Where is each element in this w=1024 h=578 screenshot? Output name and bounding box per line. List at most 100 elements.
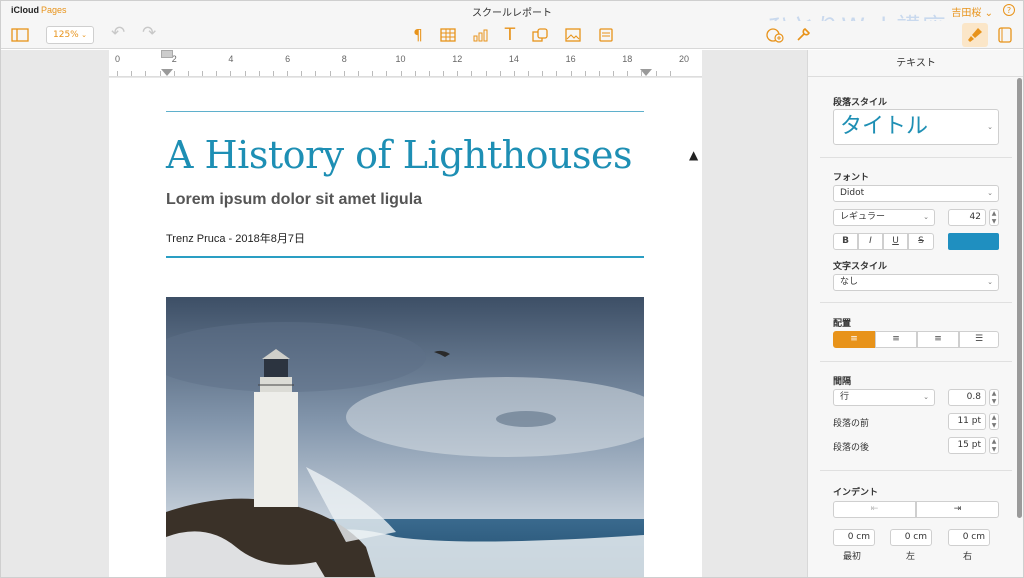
strikethrough-button[interactable]: S [908, 233, 934, 250]
ruler-tick-mark [598, 71, 600, 76]
ruler-tick-label: 12 [452, 54, 463, 64]
document-canvas[interactable]: 0 2 4 6 8 10 12 14 16 18 20 A History of Lighthous… [1, 50, 807, 577]
paragraph-icon[interactable]: ¶ [409, 21, 427, 49]
align-left-button[interactable]: ≡ [833, 331, 875, 348]
font-size-stepper[interactable]: ▲ ▼ [989, 209, 999, 226]
lighthouse-photo[interactable] [166, 297, 644, 577]
decrease-indent-button[interactable]: ⇤ [833, 501, 916, 518]
collaborate-icon[interactable] [764, 21, 786, 52]
zoom-select[interactable]: 125% ⌄ [46, 26, 94, 44]
space-after-stepper[interactable]: ▲ ▼ [989, 437, 999, 454]
font-label: フォント [833, 173, 870, 183]
ruler-tick-mark [584, 71, 586, 76]
align-center-button[interactable]: ≡ [875, 331, 917, 348]
indent-first-input[interactable]: 0 cm [833, 529, 875, 546]
ruler-indent-marker[interactable] [161, 50, 173, 58]
ruler-tick-mark [513, 71, 515, 76]
space-after-input[interactable]: 15 pt [948, 437, 986, 454]
ruler-tick-label: 10 [395, 54, 406, 64]
text-box-icon[interactable]: T [500, 21, 520, 49]
ruler-tick-mark [117, 71, 118, 76]
ruler-tick-mark [372, 71, 374, 76]
ruler-tick-mark [457, 71, 459, 76]
divider [820, 470, 1012, 471]
ruler-tick-mark [528, 71, 530, 76]
ruler-tick-mark [230, 71, 232, 76]
spacing-type-select[interactable]: 行 ⌄ [833, 389, 935, 406]
ruler-tick-mark [173, 71, 175, 76]
align-left-icon: ≡ [850, 334, 858, 344]
increase-indent-button[interactable]: ⇥ [916, 501, 999, 518]
spacing-label: 間隔 [833, 377, 852, 387]
align-right-button[interactable]: ≡ [917, 331, 959, 348]
space-after-label: 段落の後 [833, 443, 870, 453]
divider [820, 302, 1012, 303]
help-button[interactable]: ? [1003, 4, 1015, 16]
line-spacing-input[interactable]: 0.8 [948, 389, 986, 406]
document-page[interactable]: A History of Lighthouses Lorem ipsum dol… [109, 78, 702, 577]
ruler-left-margin-handle[interactable] [161, 69, 173, 76]
document-author-date[interactable]: Trenz Pruca - 2018年8月7日 [166, 230, 305, 246]
shape-icon[interactable] [530, 21, 550, 51]
font-family-select[interactable]: Didot ⌄ [833, 185, 999, 202]
ruler-tick-mark [272, 71, 274, 76]
format-button[interactable] [962, 23, 988, 47]
indent-first-label: 最初 [843, 552, 862, 562]
character-style-select[interactable]: なし ⌄ [833, 274, 999, 291]
ruler-tick-mark [669, 71, 671, 76]
divider [820, 361, 1012, 362]
ruler-tick-label: 16 [565, 54, 576, 64]
space-before-stepper[interactable]: ▲ ▼ [989, 413, 999, 430]
space-before-input[interactable]: 11 pt [948, 413, 986, 430]
wrench-icon[interactable] [792, 21, 814, 52]
comment-icon[interactable] [596, 21, 616, 51]
ruler-tick-label: 6 [285, 54, 291, 64]
undo-icon[interactable]: ↶ [111, 23, 125, 43]
document-subtitle[interactable]: Lorem ipsum dolor sit amet ligula [166, 191, 422, 209]
font-size-input[interactable]: 42 [948, 209, 986, 226]
justify-icon: ☰ [974, 334, 984, 344]
justify-button[interactable]: ☰ [959, 331, 999, 348]
alignment-label: 配置 [833, 319, 852, 329]
indent-left-input[interactable]: 0 cm [890, 529, 932, 546]
ruler-right-margin-handle[interactable] [640, 69, 652, 76]
chart-icon[interactable] [470, 21, 490, 51]
ruler-tick-mark [329, 71, 331, 76]
ruler-tick-mark [428, 71, 430, 76]
chevron-down-icon: ⌄ [923, 393, 929, 401]
tab-text[interactable]: テキスト [808, 50, 1023, 77]
font-weight-value: レギュラー [840, 212, 886, 222]
paragraph-style-select[interactable]: タイトル ⌄ [833, 109, 999, 145]
ruler-tick-mark [400, 71, 402, 76]
view-sidebar-icon[interactable] [9, 21, 31, 51]
text-color-well[interactable] [948, 233, 999, 250]
document-setup-icon[interactable] [994, 21, 1016, 52]
inspector-scrollbar[interactable] [1017, 78, 1022, 518]
table-icon[interactable] [438, 21, 458, 51]
chevron-down-icon: ⌄ [987, 189, 993, 197]
spacing-type-value: 行 [840, 392, 850, 402]
italic-button[interactable]: I [858, 233, 883, 250]
font-weight-select[interactable]: レギュラー ⌄ [833, 209, 935, 226]
line-spacing-stepper[interactable]: ▲ ▼ [989, 389, 999, 406]
chevron-down-icon: ⌄ [987, 123, 993, 131]
user-menu[interactable]: 吉田桜 ⌄ [951, 4, 993, 19]
ruler[interactable]: 0 2 4 6 8 10 12 14 16 18 20 [109, 50, 702, 77]
ruler-tick-mark [216, 71, 218, 76]
underline-button[interactable]: U [883, 233, 908, 250]
ruler-tick-mark [287, 71, 289, 76]
document-heading[interactable]: A History of Lighthouses [166, 133, 632, 177]
ruler-tick-mark [202, 71, 204, 76]
indent-right-input[interactable]: 0 cm [948, 529, 990, 546]
redo-icon[interactable]: ↷ [142, 23, 156, 43]
ruler-tick-mark [627, 71, 629, 76]
bold-button[interactable]: B [833, 233, 858, 250]
chevron-down-icon: ⌄ [987, 278, 993, 286]
ruler-tick-mark [258, 71, 260, 76]
pages-window: iCloudPages スクールレポート 吉田桜 ⌄ ? ひとりWeb講座 12… [0, 0, 1024, 578]
ruler-tick-label: 8 [341, 54, 347, 64]
toolbar: 125% ⌄ ↶ ↷ ¶ T [1, 21, 1023, 49]
ruler-tick-mark [499, 71, 501, 76]
media-icon[interactable] [563, 21, 583, 51]
ruler-tick-mark [145, 71, 147, 76]
